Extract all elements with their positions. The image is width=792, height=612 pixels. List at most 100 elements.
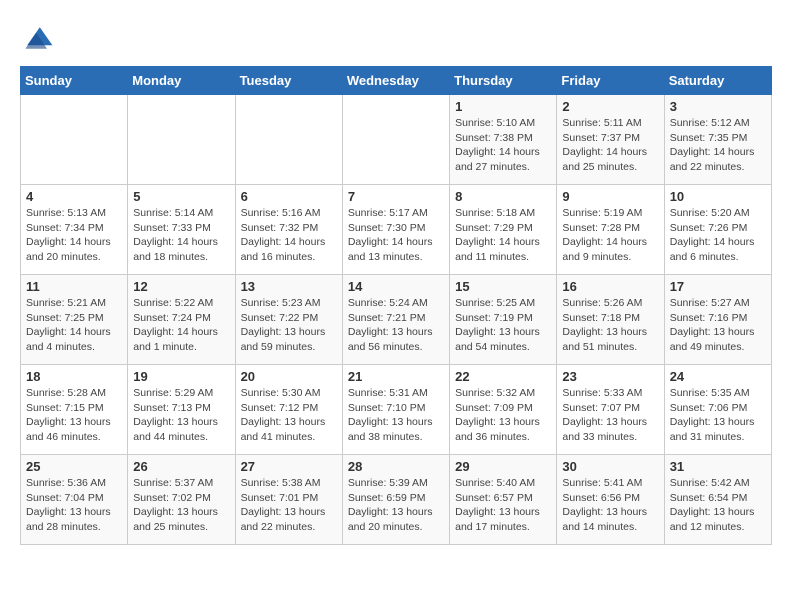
calendar-cell: 23 Sunrise: 5:33 AM Sunset: 7:07 PM Dayli… bbox=[557, 365, 664, 455]
weekday-header-row: SundayMondayTuesdayWednesdayThursdayFrid… bbox=[21, 67, 772, 95]
day-info: Sunrise: 5:22 AM Sunset: 7:24 PM Dayligh… bbox=[133, 296, 229, 355]
calendar-cell: 19 Sunrise: 5:29 AM Sunset: 7:13 PM Dayli… bbox=[128, 365, 235, 455]
calendar-cell: 30Sunrise: 5:41 AM Sunset: 6:56 PM Dayli… bbox=[557, 455, 664, 545]
day-info: Sunrise: 5:38 AM Sunset: 7:01 PM Dayligh… bbox=[241, 476, 337, 535]
day-number: 11 bbox=[26, 279, 122, 294]
day-info: Sunrise: 5:40 AM Sunset: 6:57 PM Dayligh… bbox=[455, 476, 551, 535]
logo bbox=[20, 20, 60, 56]
day-info: Sunrise: 5:16 AM Sunset: 7:32 PM Dayligh… bbox=[241, 206, 337, 265]
day-info: Sunrise: 5:23 AM Sunset: 7:22 PM Dayligh… bbox=[241, 296, 337, 355]
day-info: Sunrise: 5:28 AM Sunset: 7:15 PM Dayligh… bbox=[26, 386, 122, 445]
weekday-header-monday: Monday bbox=[128, 67, 235, 95]
calendar-table: SundayMondayTuesdayWednesdayThursdayFrid… bbox=[20, 66, 772, 545]
calendar-cell: 14 Sunrise: 5:24 AM Sunset: 7:21 PM Dayli… bbox=[342, 275, 449, 365]
day-info: Sunrise: 5:26 AM Sunset: 7:18 PM Dayligh… bbox=[562, 296, 658, 355]
day-number: 10 bbox=[670, 189, 766, 204]
calendar-cell: 21 Sunrise: 5:31 AM Sunset: 7:10 PM Dayli… bbox=[342, 365, 449, 455]
calendar-cell: 7 Sunrise: 5:17 AM Sunset: 7:30 PM Daylig… bbox=[342, 185, 449, 275]
day-number: 22 bbox=[455, 369, 551, 384]
day-number: 3 bbox=[670, 99, 766, 114]
calendar-cell: 16 Sunrise: 5:26 AM Sunset: 7:18 PM Dayli… bbox=[557, 275, 664, 365]
calendar-cell: 4 Sunrise: 5:13 AM Sunset: 7:34 PM Daylig… bbox=[21, 185, 128, 275]
calendar-cell: 5 Sunrise: 5:14 AM Sunset: 7:33 PM Daylig… bbox=[128, 185, 235, 275]
calendar-cell bbox=[21, 95, 128, 185]
calendar-cell: 15Sunrise: 5:25 AM Sunset: 7:19 PM Dayli… bbox=[450, 275, 557, 365]
calendar-cell: 31Sunrise: 5:42 AM Sunset: 6:54 PM Dayli… bbox=[664, 455, 771, 545]
day-info: Sunrise: 5:18 AM Sunset: 7:29 PM Dayligh… bbox=[455, 206, 551, 265]
day-number: 12 bbox=[133, 279, 229, 294]
day-info: Sunrise: 5:14 AM Sunset: 7:33 PM Dayligh… bbox=[133, 206, 229, 265]
day-info: Sunrise: 5:11 AM Sunset: 7:37 PM Dayligh… bbox=[562, 116, 658, 175]
calendar-cell: 29Sunrise: 5:40 AM Sunset: 6:57 PM Dayli… bbox=[450, 455, 557, 545]
weekday-header-saturday: Saturday bbox=[664, 67, 771, 95]
calendar-cell: 6Sunrise: 5:16 AM Sunset: 7:32 PM Daylig… bbox=[235, 185, 342, 275]
calendar-cell: 22 Sunrise: 5:32 AM Sunset: 7:09 PM Dayli… bbox=[450, 365, 557, 455]
day-info: Sunrise: 5:25 AM Sunset: 7:19 PM Dayligh… bbox=[455, 296, 551, 355]
calendar-cell: 28 Sunrise: 5:39 AM Sunset: 6:59 PM Dayli… bbox=[342, 455, 449, 545]
calendar-cell: 25Sunrise: 5:36 AM Sunset: 7:04 PM Dayli… bbox=[21, 455, 128, 545]
day-number: 14 bbox=[348, 279, 444, 294]
day-info: Sunrise: 5:32 AM Sunset: 7:09 PM Dayligh… bbox=[455, 386, 551, 445]
day-info: Sunrise: 5:41 AM Sunset: 6:56 PM Dayligh… bbox=[562, 476, 658, 535]
week-row-3: 18Sunrise: 5:28 AM Sunset: 7:15 PM Dayli… bbox=[21, 365, 772, 455]
weekday-header-thursday: Thursday bbox=[450, 67, 557, 95]
calendar-cell: 1 Sunrise: 5:10 AM Sunset: 7:38 PM Daylig… bbox=[450, 95, 557, 185]
day-info: Sunrise: 5:31 AM Sunset: 7:10 PM Dayligh… bbox=[348, 386, 444, 445]
day-number: 8 bbox=[455, 189, 551, 204]
day-info: Sunrise: 5:17 AM Sunset: 7:30 PM Dayligh… bbox=[348, 206, 444, 265]
week-row-1: 4 Sunrise: 5:13 AM Sunset: 7:34 PM Daylig… bbox=[21, 185, 772, 275]
day-number: 27 bbox=[241, 459, 337, 474]
calendar-cell: 24 Sunrise: 5:35 AM Sunset: 7:06 PM Dayli… bbox=[664, 365, 771, 455]
calendar-cell: 18Sunrise: 5:28 AM Sunset: 7:15 PM Dayli… bbox=[21, 365, 128, 455]
calendar-cell: 13 Sunrise: 5:23 AM Sunset: 7:22 PM Dayli… bbox=[235, 275, 342, 365]
calendar-cell bbox=[128, 95, 235, 185]
day-number: 25 bbox=[26, 459, 122, 474]
day-info: Sunrise: 5:12 AM Sunset: 7:35 PM Dayligh… bbox=[670, 116, 766, 175]
calendar-cell: 17Sunrise: 5:27 AM Sunset: 7:16 PM Dayli… bbox=[664, 275, 771, 365]
weekday-header-friday: Friday bbox=[557, 67, 664, 95]
day-info: Sunrise: 5:10 AM Sunset: 7:38 PM Dayligh… bbox=[455, 116, 551, 175]
calendar-cell: 3 Sunrise: 5:12 AM Sunset: 7:35 PM Daylig… bbox=[664, 95, 771, 185]
day-number: 16 bbox=[562, 279, 658, 294]
day-number: 24 bbox=[670, 369, 766, 384]
day-info: Sunrise: 5:20 AM Sunset: 7:26 PM Dayligh… bbox=[670, 206, 766, 265]
day-info: Sunrise: 5:37 AM Sunset: 7:02 PM Dayligh… bbox=[133, 476, 229, 535]
day-info: Sunrise: 5:21 AM Sunset: 7:25 PM Dayligh… bbox=[26, 296, 122, 355]
day-info: Sunrise: 5:13 AM Sunset: 7:34 PM Dayligh… bbox=[26, 206, 122, 265]
day-number: 23 bbox=[562, 369, 658, 384]
page-header bbox=[20, 20, 772, 56]
calendar-cell: 2 Sunrise: 5:11 AM Sunset: 7:37 PM Daylig… bbox=[557, 95, 664, 185]
day-info: Sunrise: 5:29 AM Sunset: 7:13 PM Dayligh… bbox=[133, 386, 229, 445]
day-info: Sunrise: 5:39 AM Sunset: 6:59 PM Dayligh… bbox=[348, 476, 444, 535]
week-row-2: 11 Sunrise: 5:21 AM Sunset: 7:25 PM Dayli… bbox=[21, 275, 772, 365]
weekday-header-tuesday: Tuesday bbox=[235, 67, 342, 95]
week-row-0: 1 Sunrise: 5:10 AM Sunset: 7:38 PM Daylig… bbox=[21, 95, 772, 185]
day-number: 7 bbox=[348, 189, 444, 204]
calendar-cell: 9Sunrise: 5:19 AM Sunset: 7:28 PM Daylig… bbox=[557, 185, 664, 275]
calendar-cell bbox=[235, 95, 342, 185]
day-number: 26 bbox=[133, 459, 229, 474]
day-info: Sunrise: 5:35 AM Sunset: 7:06 PM Dayligh… bbox=[670, 386, 766, 445]
day-number: 21 bbox=[348, 369, 444, 384]
logo-icon bbox=[20, 20, 56, 56]
calendar-cell: 20 Sunrise: 5:30 AM Sunset: 7:12 PM Dayli… bbox=[235, 365, 342, 455]
calendar-cell: 8 Sunrise: 5:18 AM Sunset: 7:29 PM Daylig… bbox=[450, 185, 557, 275]
day-number: 1 bbox=[455, 99, 551, 114]
week-row-4: 25Sunrise: 5:36 AM Sunset: 7:04 PM Dayli… bbox=[21, 455, 772, 545]
day-number: 19 bbox=[133, 369, 229, 384]
day-info: Sunrise: 5:42 AM Sunset: 6:54 PM Dayligh… bbox=[670, 476, 766, 535]
calendar-cell: 12 Sunrise: 5:22 AM Sunset: 7:24 PM Dayli… bbox=[128, 275, 235, 365]
day-number: 13 bbox=[241, 279, 337, 294]
calendar-cell: 26 Sunrise: 5:37 AM Sunset: 7:02 PM Dayli… bbox=[128, 455, 235, 545]
day-number: 4 bbox=[26, 189, 122, 204]
day-info: Sunrise: 5:24 AM Sunset: 7:21 PM Dayligh… bbox=[348, 296, 444, 355]
weekday-header-wednesday: Wednesday bbox=[342, 67, 449, 95]
calendar-cell: 27 Sunrise: 5:38 AM Sunset: 7:01 PM Dayli… bbox=[235, 455, 342, 545]
day-number: 28 bbox=[348, 459, 444, 474]
day-number: 2 bbox=[562, 99, 658, 114]
day-number: 5 bbox=[133, 189, 229, 204]
day-info: Sunrise: 5:27 AM Sunset: 7:16 PM Dayligh… bbox=[670, 296, 766, 355]
day-info: Sunrise: 5:33 AM Sunset: 7:07 PM Dayligh… bbox=[562, 386, 658, 445]
day-info: Sunrise: 5:30 AM Sunset: 7:12 PM Dayligh… bbox=[241, 386, 337, 445]
day-number: 20 bbox=[241, 369, 337, 384]
